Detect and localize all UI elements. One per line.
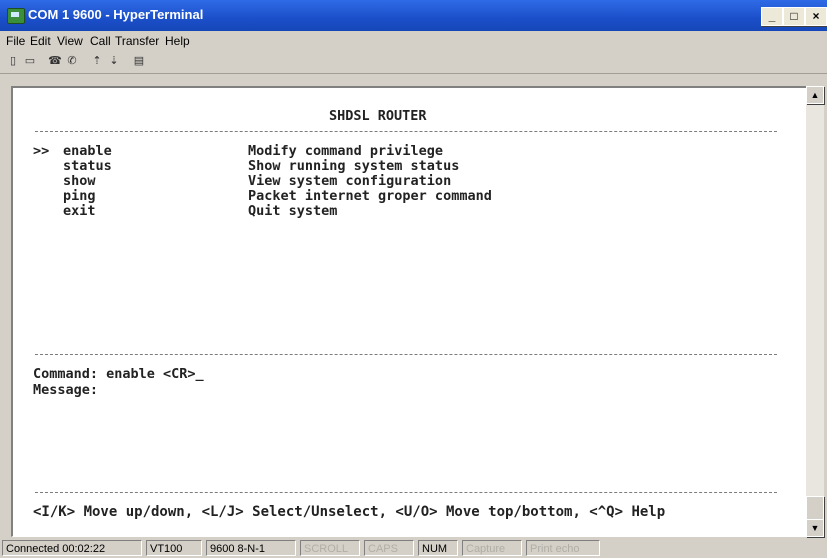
menu-description: Quit system: [248, 203, 338, 219]
scrollbar-thumb[interactable]: [806, 496, 824, 520]
status-connected: Connected 00:02:22: [2, 540, 142, 556]
message-line: Message:: [33, 382, 99, 398]
scroll-down-icon[interactable]: ▼: [806, 519, 824, 537]
vertical-scrollbar[interactable]: ▲ ▼: [806, 86, 824, 537]
menu-command-show[interactable]: show: [63, 173, 96, 189]
scroll-up-icon[interactable]: ▲: [806, 86, 824, 104]
status-num: NUM: [418, 540, 458, 556]
close-button[interactable]: ×: [805, 7, 827, 26]
status-port-settings: 9600 8-N-1: [206, 540, 296, 556]
status-capture: Capture: [462, 540, 522, 556]
divider-top: [35, 131, 777, 132]
menu-description: Packet internet groper command: [248, 188, 492, 204]
menu-view[interactable]: View: [57, 34, 83, 48]
new-icon[interactable]: ▯: [5, 54, 21, 69]
menu-description: Show running system status: [248, 158, 460, 174]
window-title: COM 1 9600 - HyperTerminal: [28, 7, 204, 22]
status-print-echo: Print echo: [526, 540, 600, 556]
menu-command-exit[interactable]: exit: [63, 203, 96, 219]
menu-help[interactable]: Help: [165, 34, 190, 48]
menu-command-enable[interactable]: enable: [63, 143, 112, 159]
status-scroll: SCROLL: [300, 540, 360, 556]
menu-edit[interactable]: Edit: [30, 34, 51, 48]
menu-description: Modify command privilege: [248, 143, 444, 159]
menu-description: View system configuration: [248, 173, 452, 189]
status-caps: CAPS: [364, 540, 414, 556]
send-icon[interactable]: ⇡: [89, 54, 105, 69]
terminal-header: SHDSL ROUTER: [329, 108, 427, 124]
disconnect-icon[interactable]: ✆: [64, 54, 80, 69]
maximize-button[interactable]: □: [783, 7, 805, 26]
menu-bar: File Edit View Call Transfer Help: [0, 31, 827, 51]
status-emulation: VT100: [146, 540, 202, 556]
properties-icon[interactable]: ▤: [131, 54, 147, 69]
connect-icon[interactable]: ☎: [47, 54, 63, 69]
selection-marker: >>: [33, 143, 50, 159]
terminal-screen[interactable]: SHDSL ROUTER >> enable Modify command pr…: [11, 86, 808, 537]
toolbar: ▯ ▭ ☎ ✆ ⇡ ⇣ ▤: [0, 51, 827, 74]
divider-bottom: [35, 492, 777, 493]
open-icon[interactable]: ▭: [22, 54, 38, 69]
minimize-button[interactable]: _: [761, 7, 783, 26]
status-bar: Connected 00:02:22 VT100 9600 8-N-1 SCRO…: [0, 538, 827, 558]
menu-call[interactable]: Call: [90, 34, 111, 48]
hyperterminal-icon: [7, 8, 25, 24]
receive-icon[interactable]: ⇣: [106, 54, 122, 69]
title-bar: COM 1 9600 - HyperTerminal _ □ ×: [0, 0, 827, 31]
menu-file[interactable]: File: [6, 34, 25, 48]
command-line[interactable]: Command: enable <CR>_: [33, 366, 204, 382]
help-line: <I/K> Move up/down, <L/J> Select/Unselec…: [33, 504, 666, 520]
menu-transfer[interactable]: Transfer: [115, 34, 159, 48]
divider-middle: [35, 354, 777, 355]
menu-command-ping[interactable]: ping: [63, 188, 96, 204]
menu-command-status[interactable]: status: [63, 158, 112, 174]
